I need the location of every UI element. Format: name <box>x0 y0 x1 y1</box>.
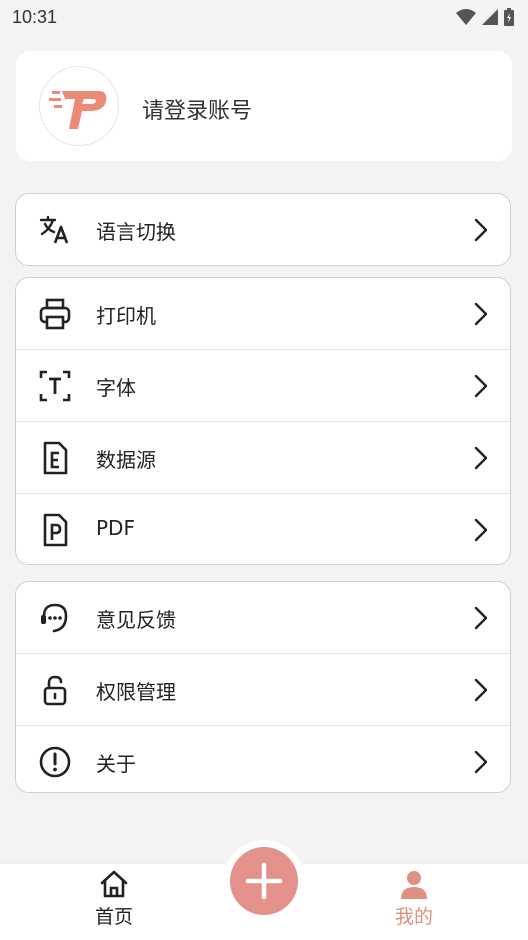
chevron-right-icon <box>474 678 488 702</box>
menu-item-language[interactable]: 语言切换 <box>16 194 510 265</box>
feedback-icon <box>41 603 68 633</box>
translate-icon <box>39 215 69 244</box>
printer-icon <box>39 298 71 330</box>
chevron-right-icon <box>474 606 488 630</box>
wifi-icon <box>456 9 476 25</box>
nav-home[interactable]: 首页 <box>54 868 174 929</box>
menu-item-data-source[interactable]: 数据源 <box>16 422 510 494</box>
avatar <box>39 66 119 146</box>
menu-item-label: 关于 <box>96 752 136 776</box>
pdf-icon <box>43 513 68 547</box>
menu-item-about[interactable]: 关于 <box>16 726 510 792</box>
data-source-icon <box>43 441 68 475</box>
profile-card[interactable]: 请登录账号 <box>16 51 512 161</box>
status-bar: 10:31 <box>0 0 528 36</box>
add-button[interactable] <box>230 847 298 915</box>
menu-item-label: 意见反馈 <box>96 608 176 632</box>
menu-item-label: PDF <box>96 516 135 540</box>
status-time: 10:31 <box>12 7 58 27</box>
menu-item-pdf[interactable]: PDF <box>16 494 510 564</box>
menu-item-label: 权限管理 <box>96 680 176 704</box>
person-icon <box>401 871 427 899</box>
home-icon <box>100 870 128 898</box>
chevron-right-icon <box>474 302 488 326</box>
chevron-right-icon <box>474 218 488 242</box>
menu-item-label: 字体 <box>96 376 136 400</box>
chevron-right-icon <box>474 374 488 398</box>
chevron-right-icon <box>474 446 488 470</box>
nav-mine[interactable]: 我的 <box>354 868 474 929</box>
settings-group-print: 打印机 字体 数据源 PDF <box>15 277 511 565</box>
menu-item-label: 语言切换 <box>96 220 176 244</box>
signal-icon <box>482 9 498 25</box>
battery-icon <box>504 8 514 26</box>
login-prompt[interactable]: 请登录账号 <box>142 93 252 125</box>
info-exclamation-icon <box>39 746 71 778</box>
settings-group-language: 语言切换 <box>15 193 511 266</box>
menu-item-font[interactable]: 字体 <box>16 350 510 422</box>
app-logo <box>49 91 107 129</box>
font-icon <box>39 370 71 402</box>
chevron-right-icon <box>474 518 488 542</box>
menu-item-permissions[interactable]: 权限管理 <box>16 654 510 726</box>
nav-mine-label: 我的 <box>394 906 433 928</box>
unlock-icon <box>43 675 67 706</box>
menu-item-label: 打印机 <box>96 304 156 328</box>
nav-home-label: 首页 <box>94 906 133 928</box>
settings-group-support: 意见反馈 权限管理 关于 <box>15 581 511 793</box>
menu-item-feedback[interactable]: 意见反馈 <box>16 582 510 654</box>
chevron-right-icon <box>474 750 488 774</box>
menu-item-printer[interactable]: 打印机 <box>16 278 510 350</box>
status-icons <box>456 8 514 26</box>
menu-item-label: 数据源 <box>96 448 156 472</box>
plus-icon <box>245 862 283 900</box>
